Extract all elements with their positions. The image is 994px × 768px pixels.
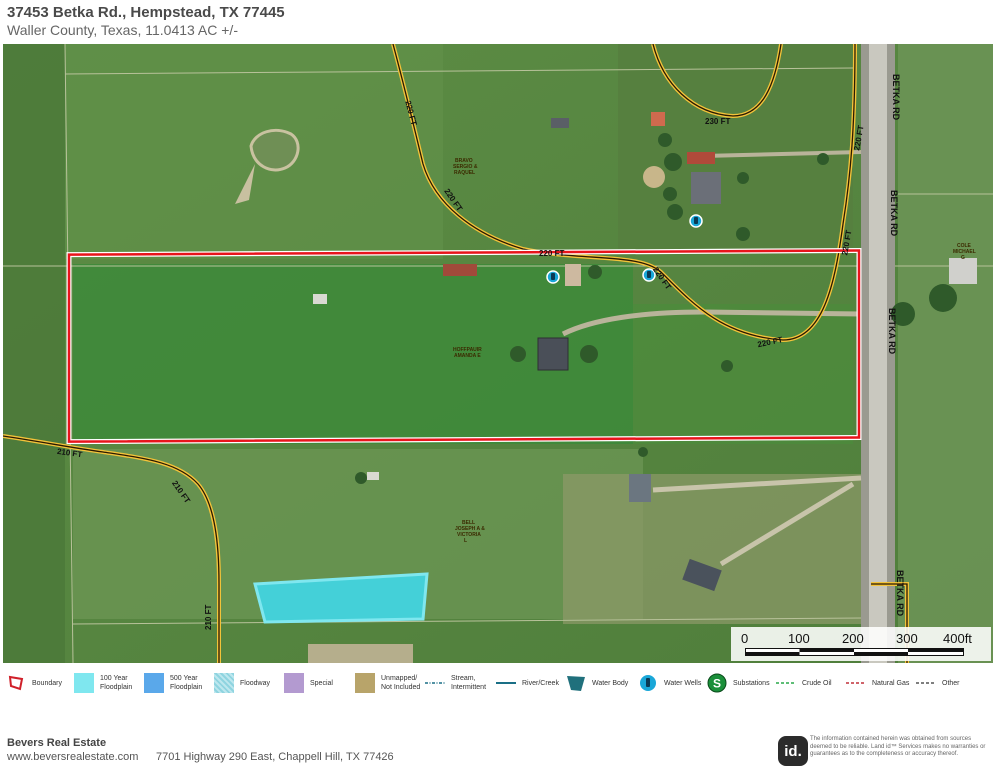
aerial-map[interactable]: 210 FT 210 FT 210 FT 220 FT 220 FT 220 F… bbox=[3, 44, 993, 663]
outbuilding bbox=[367, 472, 379, 480]
unmapped-swatch bbox=[355, 673, 375, 693]
contour-label-220: 220 FT bbox=[539, 249, 564, 258]
substation-icon: S bbox=[707, 673, 727, 693]
stream-icon bbox=[425, 682, 445, 684]
scale-label: 300 bbox=[896, 631, 918, 646]
legend-label: Unmapped/ Not Included bbox=[381, 675, 421, 691]
legend-item-water-body: Water Body bbox=[566, 665, 628, 701]
legend-item-water-wells: Water Wells bbox=[638, 665, 701, 701]
legend-item-500yr-floodplain: 500 Year Floodplain bbox=[144, 665, 202, 701]
legend-label: Boundary bbox=[32, 679, 62, 687]
outbuilding bbox=[313, 294, 327, 304]
legend-label: Stream, Intermittent bbox=[451, 675, 487, 691]
disclaimer-text: The information contained herein was obt… bbox=[810, 736, 986, 757]
pond-south bbox=[253, 572, 429, 624]
floodplain-500-swatch bbox=[144, 673, 164, 693]
road-label: BETKA RD bbox=[891, 74, 901, 121]
company-website-link[interactable]: www.beversrealestate.com bbox=[7, 751, 138, 763]
field-property-east bbox=[633, 304, 853, 444]
field-west bbox=[3, 44, 65, 663]
river-icon bbox=[496, 682, 516, 684]
outbuilding bbox=[565, 264, 581, 286]
floodplain-100-swatch bbox=[74, 673, 94, 693]
road-label: BETKA RD bbox=[889, 190, 899, 237]
legend-label: Water Body bbox=[592, 679, 629, 687]
svg-text:VICTORIA: VICTORIA bbox=[457, 532, 481, 538]
pond-north bbox=[249, 129, 300, 172]
legend-label: Special bbox=[310, 679, 333, 687]
header-subtitle: Waller County, Texas, 11.0413 AC +/- bbox=[7, 22, 238, 38]
dirt-pad bbox=[308, 644, 413, 663]
legend-label: 500 Year Floodplain bbox=[170, 675, 203, 691]
legend-label: Floodway bbox=[240, 679, 270, 687]
legend-item-100yr-floodplain: 100 Year Floodplain bbox=[74, 665, 132, 701]
outbuilding bbox=[687, 152, 715, 164]
scale-label: 400ft bbox=[943, 631, 972, 646]
svg-text:L: L bbox=[464, 538, 467, 544]
legend-item-other: Other bbox=[916, 665, 960, 701]
scale-label: 100 bbox=[788, 631, 810, 646]
svg-text:RAQUEL: RAQUEL bbox=[454, 170, 475, 176]
land-id-logo: id. bbox=[778, 736, 808, 766]
owner-label-hoffpauir: HOFFPAUIR AMANDA E bbox=[453, 347, 482, 359]
legend-label: River/Creek bbox=[522, 679, 559, 687]
water-body-icon bbox=[567, 676, 585, 691]
legend-item-floodway: Floodway bbox=[214, 665, 270, 701]
contour-label-210: 210 FT bbox=[204, 605, 213, 630]
scale-bar: 0 100 200 300 400ft bbox=[731, 627, 991, 661]
natural-gas-line-icon bbox=[846, 682, 866, 684]
legend-label: Crude Oil bbox=[802, 679, 832, 687]
round-pen bbox=[643, 166, 665, 188]
betka-road-pavement bbox=[869, 44, 887, 663]
scale-label: 200 bbox=[842, 631, 864, 646]
legend-item-unmapped: Unmapped/ Not Included bbox=[355, 665, 421, 701]
other-line-icon bbox=[916, 682, 936, 684]
legend-item-special: Special bbox=[284, 665, 333, 701]
outbuilding bbox=[443, 264, 477, 276]
legend-item-natural-gas: Natural Gas bbox=[846, 665, 909, 701]
legend-label: 100 Year Floodplain bbox=[100, 675, 133, 691]
house-northeast bbox=[691, 172, 721, 204]
water-well-icon bbox=[640, 675, 656, 691]
boundary-icon bbox=[8, 675, 24, 691]
legend-label: Natural Gas bbox=[872, 679, 910, 687]
house bbox=[537, 337, 569, 371]
outbuilding bbox=[651, 112, 665, 126]
dry-patch-south bbox=[563, 474, 863, 624]
svg-text:G: G bbox=[961, 255, 965, 261]
legend-label: Water Wells bbox=[664, 679, 702, 687]
road-label: BETKA RD bbox=[895, 570, 905, 617]
outbuilding bbox=[551, 118, 569, 128]
legend: Boundary 100 Year Floodplain 500 Year Fl… bbox=[0, 665, 994, 705]
legend-item-boundary: Boundary bbox=[6, 665, 62, 701]
legend-item-crude-oil: Crude Oil bbox=[776, 665, 832, 701]
legend-label: Substations bbox=[733, 679, 770, 687]
outbuilding bbox=[629, 474, 651, 502]
outbuilding bbox=[949, 258, 977, 284]
svg-text:AMANDA E: AMANDA E bbox=[454, 353, 481, 359]
water-well-marker[interactable] bbox=[689, 214, 703, 228]
legend-label: Other bbox=[942, 679, 960, 687]
legend-item-river: River/Creek bbox=[496, 665, 559, 701]
legend-item-stream: Stream, Intermittent bbox=[425, 665, 489, 701]
special-swatch bbox=[284, 673, 304, 693]
scale-bar-graphic bbox=[745, 648, 964, 656]
legend-item-substations: S Substations bbox=[707, 665, 770, 701]
header-title: 37453 Betka Rd., Hempstead, TX 77445 bbox=[7, 4, 285, 21]
water-well-marker[interactable] bbox=[546, 270, 560, 284]
svg-text:S: S bbox=[713, 677, 721, 691]
scale-label: 0 bbox=[741, 631, 749, 646]
field-east-of-road bbox=[898, 44, 993, 663]
contour-label-230: 230 FT bbox=[705, 117, 730, 126]
road-label: BETKA RD bbox=[887, 308, 897, 355]
company-address: 7701 Highway 290 East, Chappell Hill, TX… bbox=[156, 751, 394, 763]
farmstead-northeast bbox=[618, 44, 853, 254]
company-name: Bevers Real Estate bbox=[7, 737, 107, 749]
crude-oil-line-icon bbox=[776, 682, 796, 684]
floodway-swatch bbox=[214, 673, 234, 693]
